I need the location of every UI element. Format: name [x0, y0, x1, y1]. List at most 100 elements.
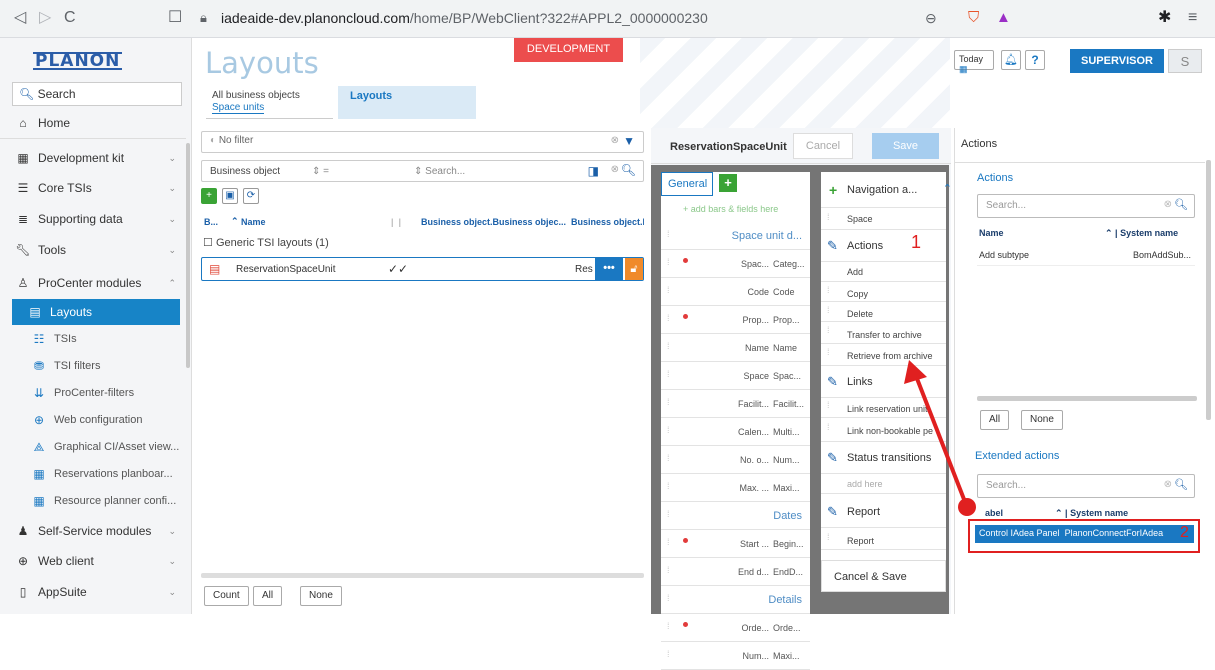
action-item[interactable]: ⁞ Retrieve from archive — [821, 344, 946, 366]
refresh-button[interactable]: ⟳ — [243, 188, 259, 204]
sidebar-search[interactable]: 🔍︎ Search — [12, 82, 182, 106]
brave-rewards-icon[interactable]: ▲ — [996, 9, 1011, 27]
field-row[interactable]: ⁞ Calen... Multi... — [661, 418, 810, 446]
unlock-icon[interactable]: 🔓︎ — [625, 258, 643, 280]
action-item[interactable]: Add — [821, 262, 946, 282]
sidebar-item-web-client[interactable]: ⊕ Web client ⌄ — [0, 548, 186, 574]
save-button[interactable]: Save — [872, 133, 939, 159]
sidebar-item-graphical-view[interactable]: ⟁ Graphical CI/Asset view... — [0, 434, 186, 460]
search-icon[interactable]: 🔍︎ — [1174, 478, 1188, 491]
sidebar-item-tools[interactable]: 🔧︎ Tools ⌄ — [0, 237, 186, 263]
cancel-button[interactable]: Cancel — [793, 133, 853, 159]
sidebar-item-appsuite[interactable]: ▯ AppSuite ⌄ — [0, 579, 186, 605]
sidebar-item-self-service[interactable]: ♟ Self-Service modules ⌄ — [0, 518, 186, 544]
clear-icon[interactable]: ⊗ — [611, 135, 619, 146]
search-icon[interactable]: 🔍︎ — [1174, 198, 1188, 211]
column-name[interactable]: Name — [241, 217, 266, 227]
action-item[interactable]: ⁞ Space — [821, 208, 946, 230]
none-button[interactable]: None — [1021, 410, 1063, 430]
tab-all-business-objects[interactable]: All business objects Space units — [206, 86, 333, 119]
list-group[interactable]: ☐ Generic TSI layouts (1) — [203, 236, 329, 249]
field-row[interactable]: ⁞ Num... Maxi... — [661, 642, 810, 670]
column-label-header[interactable]: abel — [985, 508, 1003, 518]
sidebar-scrollbar[interactable] — [186, 143, 190, 368]
copy-button[interactable]: ▣ — [222, 188, 238, 204]
field-row[interactable]: ⁞ Orde... Orde... — [661, 614, 810, 642]
field-row[interactable]: ⁞ Start ... Begin... — [661, 530, 810, 558]
menu-icon[interactable]: ≡ — [1188, 9, 1197, 27]
extensions-icon[interactable]: ✱ — [1158, 9, 1171, 27]
forward-icon[interactable]: ▷ — [39, 9, 51, 27]
action-item[interactable]: ⁞ Report — [821, 528, 946, 550]
reload-icon[interactable]: C — [64, 9, 76, 27]
action-item[interactable]: ⁞ Delete — [821, 302, 946, 322]
sidebar-item-tsis[interactable]: ☷ TSIs — [0, 326, 186, 352]
vertical-scrollbar[interactable] — [1206, 160, 1211, 420]
column-name[interactable]: Name — [979, 228, 1004, 238]
toggle-icon[interactable]: ◐ — [210, 135, 219, 146]
action-item[interactable]: ⁞ Link non-bookable pe — [821, 418, 946, 442]
action-item[interactable]: ⁞ Link reservation unit — [821, 398, 946, 418]
count-button[interactable]: Count — [204, 586, 249, 606]
tab-layouts[interactable]: Layouts — [338, 86, 476, 119]
address-bar[interactable]: iadeaide-dev.planoncloud.com/home/BP/Web… — [221, 10, 708, 26]
sidebar-item-layouts[interactable]: ▤ Layouts — [12, 299, 180, 325]
sidebar-item-supporting-data[interactable]: ≣ Supporting data ⌄ — [0, 206, 186, 232]
add-button[interactable]: + — [201, 188, 217, 204]
column-system-name-2[interactable]: ⌃ | System name — [1055, 508, 1128, 519]
sidebar-item-home[interactable]: ⌂ Home — [0, 110, 186, 136]
search-input[interactable]: ⇕ Search... — [414, 166, 465, 177]
notifications-button[interactable]: 🔔︎ — [1001, 50, 1021, 70]
avatar[interactable]: S — [1168, 49, 1202, 73]
section-bar[interactable]: ⁞ Space unit d... — [661, 222, 810, 250]
add-tab-button[interactable]: + — [719, 174, 737, 192]
clear-icon[interactable]: ⊗ — [1164, 479, 1172, 490]
more-button[interactable]: ••• — [595, 258, 623, 280]
field-row[interactable]: ⁞ Name Name — [661, 334, 810, 362]
sidebar-item-tsi-filters[interactable]: ⛃ TSI filters — [0, 353, 186, 379]
filter-bar[interactable]: ◐ No filter ⊗ ▼ — [201, 131, 644, 153]
action-item[interactable]: ⁞ Transfer to archive — [821, 322, 946, 344]
column-business-object-2[interactable]: Business object.E — [571, 217, 644, 227]
actions-search-input[interactable]: Search... ⊗ 🔍︎ — [977, 194, 1195, 218]
operator-select[interactable]: ⇕ = — [312, 166, 329, 177]
field-row[interactable]: ⁞ No. o... Num... — [661, 446, 810, 474]
clear-icon[interactable]: ⊗ — [1164, 199, 1172, 210]
all-button[interactable]: All — [253, 586, 283, 606]
column-b[interactable]: B... — [204, 217, 218, 227]
field-row[interactable]: ⁞ Max. ... Maxi... — [661, 474, 810, 502]
tab-general[interactable]: General — [661, 172, 713, 196]
search-icon[interactable]: 🔍︎ — [621, 163, 636, 177]
sidebar-item-web-configuration[interactable]: ⊕ Web configuration — [0, 407, 186, 433]
all-button[interactable]: All — [980, 410, 1010, 430]
horizontal-scrollbar[interactable] — [977, 396, 1197, 401]
recent-icon[interactable]: ◨ — [588, 164, 599, 178]
none-button[interactable]: None — [300, 586, 342, 606]
checkbox-icon[interactable]: ☐ — [203, 237, 213, 249]
cancel-and-save-action[interactable]: Cancel & Save — [821, 560, 946, 592]
field-row[interactable]: ⁞ Facilit... Facilit... — [661, 390, 810, 418]
field-row[interactable]: ⁞ Spac... Categ... — [661, 250, 810, 278]
sidebar-item-procenter-modules[interactable]: ♙ ProCenter modules ⌃ — [0, 270, 186, 296]
extended-search-input[interactable]: Search... ⊗ 🔍︎ — [977, 474, 1195, 498]
user-menu-button[interactable]: SUPERVISOR — [1070, 49, 1164, 73]
table-row[interactable]: Add subtype BomAddSub... — [977, 242, 1195, 266]
horizontal-scrollbar[interactable] — [201, 573, 644, 578]
filter-icon[interactable]: ▼ — [623, 134, 635, 148]
back-icon[interactable]: ◁ — [14, 9, 26, 27]
today-button[interactable]: Today ▦ — [954, 50, 994, 74]
sidebar-item-core-tsis[interactable]: ☰ Core TSIs ⌄ — [0, 175, 186, 201]
bookmark-icon[interactable]: ☐ — [168, 9, 182, 27]
sidebar-item-development-kit[interactable]: ▦ Development kit ⌄ — [0, 145, 186, 171]
field-row[interactable]: ⁞ Code Code — [661, 278, 810, 306]
sidebar-item-procenter-filters[interactable]: ⇊ ProCenter-filters — [0, 380, 186, 406]
field-row[interactable]: ⁞ Prop... Prop... — [661, 306, 810, 334]
sidebar-item-resource-planner[interactable]: ▦ Resource planner confi... — [0, 488, 186, 514]
table-row[interactable]: ▤ ReservationSpaceUnit ✓✓ Res ••• 🔓︎ — [201, 257, 644, 281]
navigation-header[interactable]: + Navigation a... ⌃ — [821, 172, 952, 208]
column-business-object-1[interactable]: Business object.Business objec... — [421, 217, 566, 227]
field-select[interactable]: Business object — [210, 166, 280, 177]
help-button[interactable]: ? — [1025, 50, 1045, 70]
field-row[interactable]: ⁞ End d... EndD... — [661, 558, 810, 586]
sidebar-item-reservations-planboard[interactable]: ▦ Reservations planboar... — [0, 461, 186, 487]
